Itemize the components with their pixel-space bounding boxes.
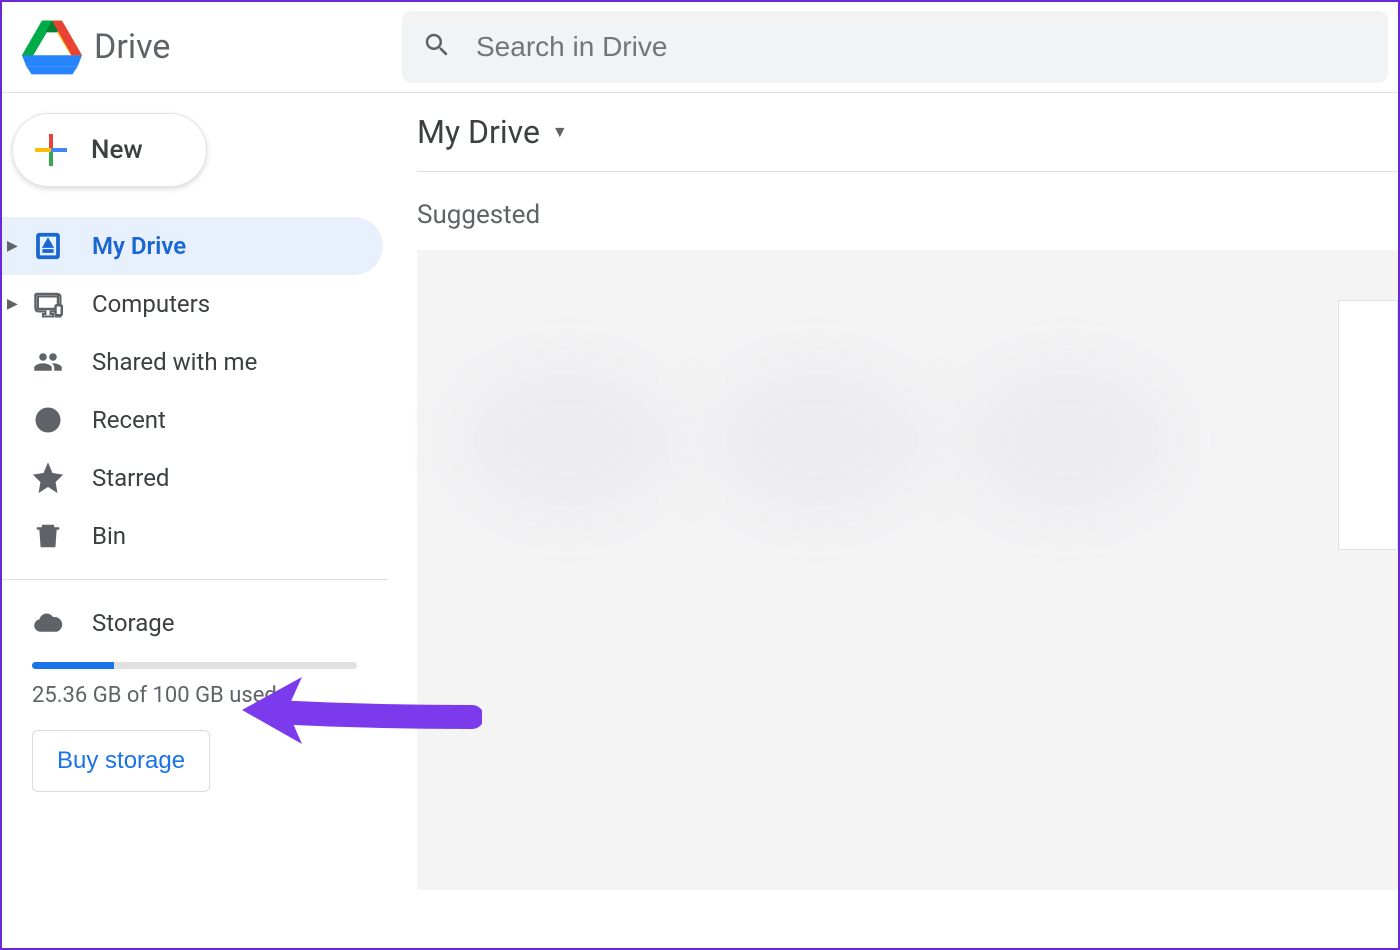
sidebar-item-recent[interactable]: Recent — [2, 391, 383, 449]
breadcrumb[interactable]: My Drive ▼ — [417, 113, 1398, 172]
sidebar-item-starred[interactable]: Starred — [2, 449, 383, 507]
buy-storage-button[interactable]: Buy storage — [32, 730, 210, 792]
search-icon — [422, 30, 452, 64]
suggested-heading: Suggested — [417, 200, 1398, 230]
sidebar: New ▶ My Drive ▶ Computers — [2, 93, 387, 890]
expand-caret-icon[interactable]: ▶ — [7, 296, 18, 312]
search-input[interactable] — [476, 31, 1368, 63]
storage-progress-fill — [32, 662, 114, 669]
plus-icon — [33, 132, 69, 168]
cloud-icon — [32, 608, 64, 638]
sidebar-item-label: Bin — [92, 522, 126, 550]
breadcrumb-title: My Drive — [417, 113, 540, 151]
new-button-label: New — [91, 135, 143, 165]
sidebar-divider — [2, 579, 387, 580]
drive-logo-icon — [22, 20, 82, 75]
suggested-content-blurred — [417, 250, 1398, 890]
sidebar-item-label: My Drive — [92, 232, 186, 260]
sidebar-item-label: Computers — [92, 290, 210, 318]
main-content: My Drive ▼ Suggested — [387, 93, 1398, 890]
search-bar[interactable] — [402, 11, 1388, 83]
shared-icon — [32, 347, 64, 377]
sidebar-item-label: Shared with me — [92, 348, 257, 376]
sidebar-item-label: Starred — [92, 464, 169, 492]
expand-caret-icon[interactable]: ▶ — [7, 238, 18, 254]
sidebar-item-bin[interactable]: Bin — [2, 507, 383, 565]
sidebar-item-label: Recent — [92, 406, 166, 434]
bin-icon — [32, 521, 64, 551]
sidebar-item-storage[interactable]: Storage — [2, 594, 383, 652]
sidebar-item-computers[interactable]: ▶ Computers — [2, 275, 383, 333]
header: Drive — [2, 2, 1398, 92]
blurred-card — [457, 360, 677, 520]
sidebar-item-label: Storage — [92, 609, 174, 637]
drive-icon — [32, 231, 64, 261]
document-preview-peek — [1338, 300, 1398, 550]
logo-area[interactable]: Drive — [22, 20, 402, 75]
chevron-down-icon: ▼ — [552, 122, 568, 142]
sidebar-item-shared[interactable]: Shared with me — [2, 333, 383, 391]
computers-icon — [32, 289, 64, 319]
storage-progress — [32, 662, 357, 669]
storage-used-text: 25.36 GB of 100 GB used — [32, 683, 357, 708]
new-button[interactable]: New — [12, 113, 207, 187]
nav: ▶ My Drive ▶ Computers Shared with me — [2, 217, 387, 814]
star-icon — [32, 463, 64, 493]
sidebar-item-my-drive[interactable]: ▶ My Drive — [2, 217, 383, 275]
product-name: Drive — [94, 27, 170, 67]
blurred-card — [707, 360, 927, 520]
recent-icon — [32, 405, 64, 435]
blurred-card — [957, 360, 1177, 520]
